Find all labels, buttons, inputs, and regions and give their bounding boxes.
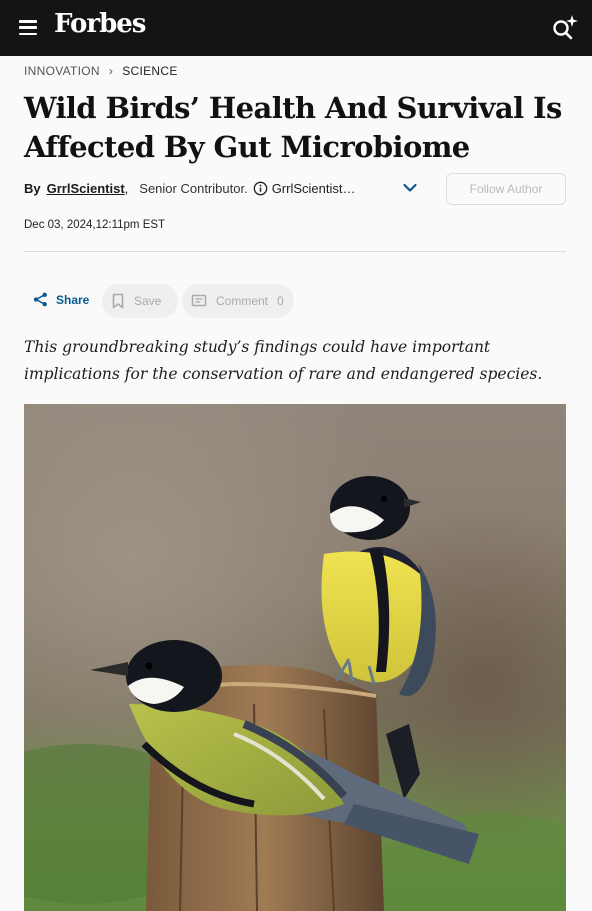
author-handle: GrrlScientist… [271,180,356,196]
info-icon[interactable] [253,181,268,196]
chevron-down-icon[interactable] [402,180,418,196]
comment-count: 0 [277,294,284,308]
share-label: Share [56,292,90,307]
author-role: Senior Contributor. [139,180,248,196]
byline: By GrrlScientist , Senior Contributor. G… [24,178,355,198]
publish-date: Dec 03, 2024,12:11pm EST [24,219,166,231]
article-headline: Wild Birds’ Health And Survival Is Affec… [24,91,562,164]
byline-comma: , [124,180,129,196]
breadcrumb-science[interactable]: SCIENCE [122,64,177,78]
hamburger-menu-icon[interactable] [19,20,37,36]
search-sparkle-icon[interactable] [549,12,581,44]
share-icon [33,292,47,307]
share-button[interactable]: Share [33,292,89,307]
article-dek: This groundbreaking study’s findings cou… [24,338,543,383]
chevron-right-icon: › [108,64,114,78]
author-link[interactable]: GrrlScientist [47,181,125,196]
follow-author-button[interactable]: Follow Author [446,173,566,205]
comment-label: Comment [216,294,269,308]
divider [24,251,566,252]
breadcrumb-innovation[interactable]: INNOVATION [24,64,100,78]
top-navigation-bar: Forbes [0,0,592,56]
comment-icon [191,294,207,306]
hero-image-two-birds[interactable] [24,404,566,911]
forbes-logo[interactable]: Forbes [54,9,146,39]
comment-button[interactable]: Comment 0 [182,284,294,318]
save-button[interactable]: Save [102,284,178,318]
byline-by-label: By [24,180,41,196]
breadcrumb: INNOVATION › SCIENCE [24,64,178,78]
bookmark-icon [112,293,124,309]
save-label: Save [134,294,162,308]
